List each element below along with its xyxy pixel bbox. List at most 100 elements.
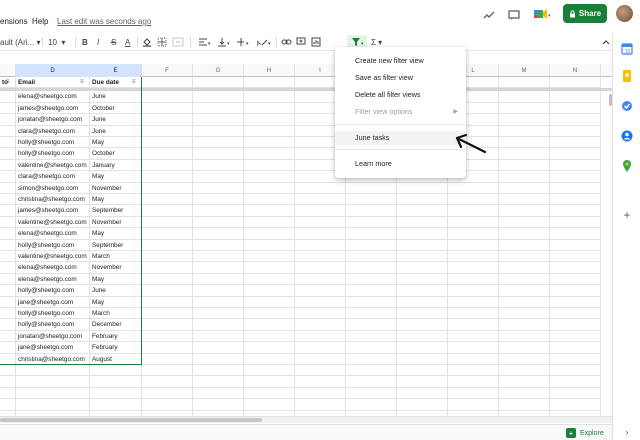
cell[interactable]: [550, 353, 601, 365]
cell[interactable]: [0, 308, 16, 320]
cell[interactable]: [397, 273, 448, 286]
column-header-h[interactable]: H: [244, 64, 295, 77]
menu-learn-more[interactable]: Learn more: [335, 157, 466, 171]
cell[interactable]: [142, 171, 193, 183]
maps-icon[interactable]: [620, 159, 634, 173]
cell[interactable]: [397, 296, 448, 308]
vertical-align-icon[interactable]: ▾: [217, 36, 231, 48]
cell[interactable]: [244, 114, 295, 126]
cell[interactable]: [346, 353, 397, 365]
cell[interactable]: [448, 365, 499, 377]
bold-button[interactable]: B: [82, 36, 88, 48]
cell[interactable]: [244, 399, 295, 411]
cell[interactable]: [90, 376, 142, 388]
cell[interactable]: [346, 285, 397, 297]
cell[interactable]: [0, 296, 16, 308]
add-addon-icon[interactable]: +: [620, 208, 634, 222]
cell[interactable]: [244, 228, 295, 240]
cell[interactable]: [0, 159, 16, 172]
due-date-cell[interactable]: May: [90, 171, 142, 183]
cell[interactable]: [550, 102, 601, 115]
cell[interactable]: [142, 273, 193, 286]
cell[interactable]: [142, 387, 193, 400]
cell[interactable]: [193, 330, 244, 343]
tasks-icon[interactable]: [620, 99, 634, 113]
cell[interactable]: [499, 216, 550, 229]
cell[interactable]: [448, 296, 499, 308]
cell[interactable]: [193, 239, 244, 251]
share-button[interactable]: Share: [563, 4, 607, 23]
cell[interactable]: [346, 387, 397, 400]
cell[interactable]: [16, 387, 90, 400]
cell[interactable]: [295, 216, 346, 229]
font-family-select[interactable]: ault (Ari... ▾: [0, 36, 40, 48]
cell[interactable]: [448, 308, 499, 320]
cell[interactable]: [550, 194, 601, 206]
cell[interactable]: [193, 182, 244, 194]
cell[interactable]: [244, 239, 295, 251]
email-cell[interactable]: jane@sheetgo.com: [16, 342, 90, 354]
cell[interactable]: [142, 319, 193, 331]
cell[interactable]: [244, 137, 295, 149]
email-cell[interactable]: valentine@sheetgo.com: [16, 216, 90, 229]
cell[interactable]: [142, 228, 193, 240]
cell[interactable]: [295, 365, 346, 377]
cell[interactable]: [142, 296, 193, 308]
cell[interactable]: [499, 182, 550, 194]
cell[interactable]: [142, 376, 193, 388]
cell[interactable]: [448, 399, 499, 411]
text-wrap-icon[interactable]: ▾: [236, 36, 250, 48]
cell[interactable]: [142, 216, 193, 229]
cell[interactable]: [397, 228, 448, 240]
cell[interactable]: [295, 285, 346, 297]
due-date-cell[interactable]: June: [90, 125, 142, 137]
email-cell[interactable]: elena@sheetgo.com: [16, 228, 90, 240]
cell[interactable]: [346, 262, 397, 274]
cell[interactable]: [295, 342, 346, 354]
cell[interactable]: [0, 182, 16, 194]
cell[interactable]: [397, 330, 448, 343]
cell[interactable]: [0, 262, 16, 274]
cell[interactable]: [193, 114, 244, 126]
cell[interactable]: [346, 182, 397, 194]
cell[interactable]: [142, 251, 193, 263]
cell[interactable]: [550, 285, 601, 297]
cell[interactable]: [16, 399, 90, 411]
cell[interactable]: [0, 387, 16, 400]
cell[interactable]: [295, 194, 346, 206]
cell[interactable]: [295, 182, 346, 194]
column-header[interactable]: [0, 64, 16, 77]
cell[interactable]: [142, 365, 193, 377]
cell[interactable]: [193, 296, 244, 308]
cell[interactable]: [295, 353, 346, 365]
cell[interactable]: [244, 376, 295, 388]
last-edit-link[interactable]: Last edit was seconds ago: [57, 17, 151, 26]
due-date-cell[interactable]: January: [90, 159, 142, 172]
due-date-cell[interactable]: November: [90, 262, 142, 274]
cell[interactable]: [244, 365, 295, 377]
cell[interactable]: [550, 399, 601, 411]
email-cell[interactable]: elena@sheetgo.com: [16, 262, 90, 274]
cell[interactable]: [550, 228, 601, 240]
cell[interactable]: [499, 319, 550, 331]
email-cell[interactable]: clara@sheetgo.com: [16, 125, 90, 137]
cell[interactable]: [142, 194, 193, 206]
cell[interactable]: [0, 285, 16, 297]
cell[interactable]: [550, 342, 601, 354]
cell[interactable]: [142, 342, 193, 354]
cell[interactable]: [193, 91, 244, 103]
menu-delete-filter-views[interactable]: Delete all filter views: [335, 88, 466, 102]
cell[interactable]: [0, 399, 16, 411]
cell[interactable]: [0, 319, 16, 331]
due-date-cell[interactable]: September: [90, 239, 142, 251]
cell[interactable]: [244, 148, 295, 160]
sheet-grid[interactable]: to ≡ Email ≡ Due date ≡ elena@sheetgo.com June j…: [0, 77, 612, 422]
due-date-cell[interactable]: August: [90, 353, 142, 365]
vertical-scrollbar[interactable]: [609, 94, 612, 106]
cell[interactable]: [0, 342, 16, 354]
cell[interactable]: [295, 319, 346, 331]
due-date-cell[interactable]: March: [90, 308, 142, 320]
cell[interactable]: [448, 387, 499, 400]
email-cell[interactable]: jonatan@sheetgo.com: [16, 114, 90, 126]
keep-icon[interactable]: [620, 69, 634, 83]
